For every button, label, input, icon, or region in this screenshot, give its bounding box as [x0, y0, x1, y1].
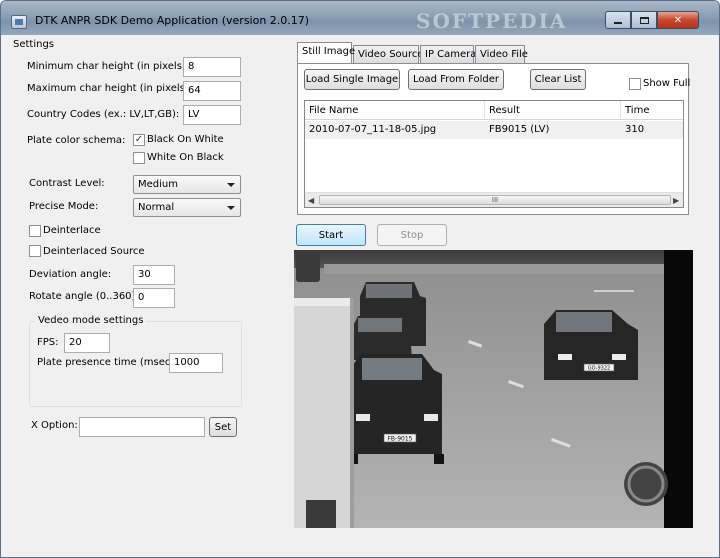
chevron-down-icon [227, 183, 235, 187]
start-button[interactable]: Start [296, 224, 366, 246]
scroll-right-arrow-icon[interactable]: ▶ [673, 196, 679, 205]
min-char-input[interactable]: 8 [183, 57, 241, 77]
video-mode-title: Vedeo mode settings [35, 315, 147, 326]
minimize-icon [614, 22, 622, 24]
rotate-label: Rotate angle (0..360): [29, 291, 139, 302]
deviation-label: Deviation angle: [29, 269, 112, 280]
black-on-white-label: Black On White [147, 134, 224, 145]
max-char-input[interactable]: 64 [183, 81, 241, 101]
caption-buttons: ✕ [605, 11, 699, 29]
settings-title: Settings [13, 39, 55, 50]
show-full-label: Show Full [643, 78, 691, 89]
client-area: Settings Minimum char height (in pixels)… [9, 35, 702, 546]
column-header-result[interactable]: Result [485, 101, 621, 120]
country-codes-input[interactable]: LV [183, 105, 241, 125]
close-icon: ✕ [673, 14, 683, 26]
black-on-white-checkbox[interactable]: ✓ [133, 134, 145, 146]
column-header-file-name[interactable]: File Name [305, 101, 485, 120]
watermark: SOFTPEDIA [416, 9, 568, 33]
precise-mode-value: Normal [138, 202, 175, 213]
deinterlaced-source-checkbox[interactable] [29, 245, 41, 257]
maximize-icon [639, 16, 649, 24]
camera-frame-image: FB-9015 GO-9322 [294, 250, 693, 528]
scroll-thumb[interactable]: III [319, 195, 671, 205]
deinterlace-label: Deinterlace [43, 225, 101, 236]
cell-time: 310 [625, 124, 645, 135]
fps-input[interactable]: 20 [64, 333, 110, 353]
title-bar[interactable]: DTK ANPR SDK Demo Application (version 2… [1, 1, 719, 35]
plate-presence-label: Plate presence time (msec.): [37, 357, 181, 368]
results-list[interactable]: File Name Result Time 2010-07-07_11-18-0… [304, 100, 684, 208]
maximize-button[interactable] [631, 11, 657, 29]
x-option-label: X Option: [31, 420, 78, 431]
show-full-checkbox[interactable] [629, 78, 641, 90]
app-icon[interactable] [11, 15, 27, 29]
deinterlaced-source-label: Deinterlaced Source [43, 246, 145, 257]
column-header-time[interactable]: Time [621, 101, 683, 120]
table-row[interactable]: 2010-07-07_11-18-05.jpg FB9015 (LV) 310 [305, 121, 683, 139]
load-single-image-button[interactable]: Load Single Image [304, 69, 400, 90]
window-title: DTK ANPR SDK Demo Application (version 2… [35, 14, 310, 27]
x-option-input[interactable] [79, 417, 205, 437]
close-button[interactable]: ✕ [657, 11, 699, 29]
white-on-black-label: White On Black [147, 152, 224, 163]
load-from-folder-button[interactable]: Load From Folder [408, 69, 504, 90]
rotate-input[interactable]: 0 [133, 288, 175, 308]
checkmark-icon: ✓ [134, 134, 144, 145]
white-on-black-checkbox[interactable] [133, 152, 145, 164]
deviation-input[interactable]: 30 [133, 265, 175, 285]
max-char-label: Maximum char height (in pixels): [27, 83, 193, 94]
clear-list-button[interactable]: Clear List [530, 69, 586, 90]
horizontal-scrollbar[interactable]: ◀ III ▶ [305, 192, 683, 207]
deinterlace-checkbox[interactable] [29, 225, 41, 237]
video-preview: FB-9015 GO-9322 [294, 250, 693, 528]
chevron-down-icon [227, 206, 235, 210]
tab-ip-camera[interactable]: IP Camera [420, 45, 476, 63]
tab-still-image[interactable]: Still Image [297, 42, 355, 63]
contrast-label: Contrast Level: [29, 178, 105, 189]
fps-label: FPS: [37, 337, 59, 348]
plate-presence-input[interactable]: 1000 [169, 353, 223, 373]
set-button[interactable]: Set [209, 417, 237, 437]
min-char-label: Minimum char height (in pixels): [27, 61, 190, 72]
stop-button: Stop [377, 224, 447, 246]
scroll-left-arrow-icon[interactable]: ◀ [308, 196, 314, 205]
still-image-panel: Load Single Image Load From Folder Clear… [297, 63, 691, 215]
cell-result: FB9015 (LV) [489, 124, 550, 135]
contrast-select[interactable]: Medium [133, 175, 241, 194]
front-plate-text: FB-9015 [387, 436, 412, 443]
tab-video-source[interactable]: Video Source [353, 45, 424, 63]
tab-video-file[interactable]: Video File [475, 45, 528, 63]
cell-file-name: 2010-07-07_11-18-05.jpg [309, 124, 437, 135]
minimize-button[interactable] [605, 11, 631, 29]
precise-mode-label: Precise Mode: [29, 201, 99, 212]
contrast-value: Medium [138, 179, 178, 190]
app-window: DTK ANPR SDK Demo Application (version 2… [0, 0, 720, 558]
tab-strip: Still Image Video Source IP Camera Video… [297, 42, 697, 65]
plate-schema-label: Plate color schema: [27, 135, 126, 146]
country-codes-label: Country Codes (ex.: LV,LT,GB): [27, 109, 180, 120]
right-plate-text: GO-9322 [588, 366, 610, 372]
precise-mode-select[interactable]: Normal [133, 198, 241, 217]
